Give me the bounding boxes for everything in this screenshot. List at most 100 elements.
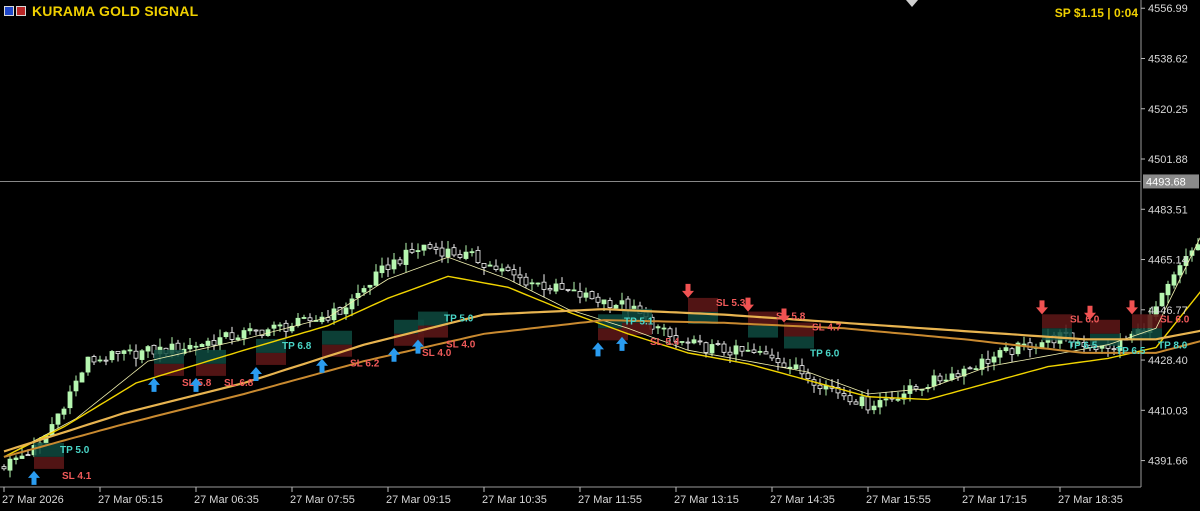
price-tick-label: 4410.03	[1148, 405, 1188, 417]
time-tick-label: 27 Mar 11:55	[578, 494, 642, 506]
sl-label: SL 6.8	[224, 378, 254, 389]
time-tick-label: 27 Mar 18:35	[1058, 494, 1123, 506]
shift-marker-icon[interactable]	[906, 0, 918, 7]
sl-zone	[196, 363, 226, 376]
tp-zone	[784, 336, 814, 349]
time-tick-label: 27 Mar 13:15	[674, 494, 739, 506]
candle-body	[349, 298, 355, 310]
sl-label: SL 6.2	[350, 359, 380, 370]
tp-label: TP 6.8	[282, 341, 312, 352]
candle-body	[703, 342, 709, 353]
candle-body	[967, 367, 973, 370]
candle-body	[283, 322, 289, 332]
candle-body	[595, 296, 601, 303]
sell-arrow-icon	[1126, 300, 1138, 315]
candle-body	[553, 283, 559, 292]
candle-body	[697, 340, 703, 343]
price-tick-label: 4391.66	[1148, 456, 1188, 468]
candle-body	[775, 358, 781, 364]
candle-body	[115, 351, 121, 355]
candle-body	[385, 264, 391, 270]
candle-body	[931, 375, 937, 387]
time-tick-label: 27 Mar 07:55	[290, 494, 355, 506]
sell-arrow-icon	[682, 283, 694, 298]
candle-body	[253, 329, 259, 332]
candle-body	[277, 324, 283, 327]
candle-body	[127, 349, 133, 352]
tp-label: TP 6.5	[1068, 340, 1098, 351]
candle-body	[571, 289, 577, 292]
table-icon[interactable]	[4, 6, 14, 16]
candle-body	[205, 340, 211, 346]
candle-body	[949, 373, 955, 380]
candle-body	[13, 457, 19, 461]
candle-body	[463, 251, 469, 259]
candle-body	[91, 356, 97, 363]
candle-body	[781, 362, 787, 368]
candle-body	[691, 339, 697, 344]
candle-body	[1165, 283, 1171, 296]
candle-body	[577, 291, 583, 298]
candle-body	[583, 292, 589, 298]
candle-body	[73, 380, 79, 392]
candle-body	[145, 346, 151, 352]
buy-arrow-icon	[592, 342, 604, 357]
candle-body	[943, 379, 949, 382]
sl-label: SL 6.0	[1070, 314, 1100, 325]
tp-label: TP 6.0	[810, 349, 840, 360]
time-tick-label: 27 Mar 09:15	[386, 494, 451, 506]
candle-body	[751, 349, 757, 353]
chart-window: TP 5.0 SL 4.1 SL 5.8 SL 6.8 TP 6.8 SL 6.2 SL 4…	[0, 0, 1200, 511]
price-chart[interactable]: TP 5.0SL 4.1SL 5.8 SL 6.8TP 6.8SL 6.2SL 4…	[0, 0, 1200, 511]
candle-body	[769, 354, 775, 359]
candle-body	[721, 343, 727, 353]
candle-body	[883, 398, 889, 401]
candle-body	[79, 372, 85, 383]
candle-body	[433, 246, 439, 250]
candle-body	[1003, 347, 1009, 352]
tp-label: TP 5.0	[60, 445, 90, 456]
candle-body	[529, 282, 535, 285]
candle-body	[421, 244, 427, 251]
candle-body	[373, 271, 379, 286]
sl-label: SL 4.7	[812, 323, 842, 334]
chart-icon[interactable]	[16, 6, 26, 16]
candle-body	[475, 250, 481, 263]
buy-arrow-icon	[388, 347, 400, 362]
candle-body	[817, 384, 823, 389]
spread-countdown: SP $1.15 | 0:04	[1054, 6, 1138, 20]
candle-body	[271, 324, 277, 329]
indicator-name: KURAMA GOLD SIGNAL	[32, 3, 199, 19]
candle-body	[505, 266, 511, 271]
candle-body	[19, 455, 25, 459]
sl-label: SL 5.3	[716, 298, 746, 309]
time-tick-label: 27 Mar 14:35	[770, 494, 835, 506]
candle-body	[451, 247, 457, 256]
tp-zone	[154, 349, 184, 364]
candle-body	[685, 341, 691, 344]
candle-body	[877, 400, 883, 408]
sl-zone	[784, 322, 814, 337]
candle-body	[913, 386, 919, 390]
sl-label: SL 5.4	[650, 337, 680, 348]
buy-arrow-icon	[28, 470, 40, 485]
candle-body	[439, 247, 445, 257]
candle-body	[1177, 265, 1183, 276]
sl-zone	[256, 352, 286, 365]
candle-body	[739, 346, 745, 352]
candle-body	[367, 284, 373, 288]
sl-zone	[1042, 314, 1072, 329]
candle-body	[139, 350, 145, 360]
ma-slowest-line	[3, 319, 1200, 458]
candle-body	[997, 350, 1003, 358]
candle-body	[859, 396, 865, 407]
sl-zone	[34, 456, 64, 469]
sell-arrow-icon	[1036, 300, 1048, 315]
time-tick-label: 27 Mar 15:55	[866, 494, 931, 506]
candle-body	[763, 351, 769, 355]
candle-body	[7, 458, 13, 471]
candle-body	[217, 337, 223, 345]
tp-label: TP 5.0	[444, 314, 474, 325]
candle-body	[733, 345, 739, 355]
candle-body	[397, 259, 403, 265]
